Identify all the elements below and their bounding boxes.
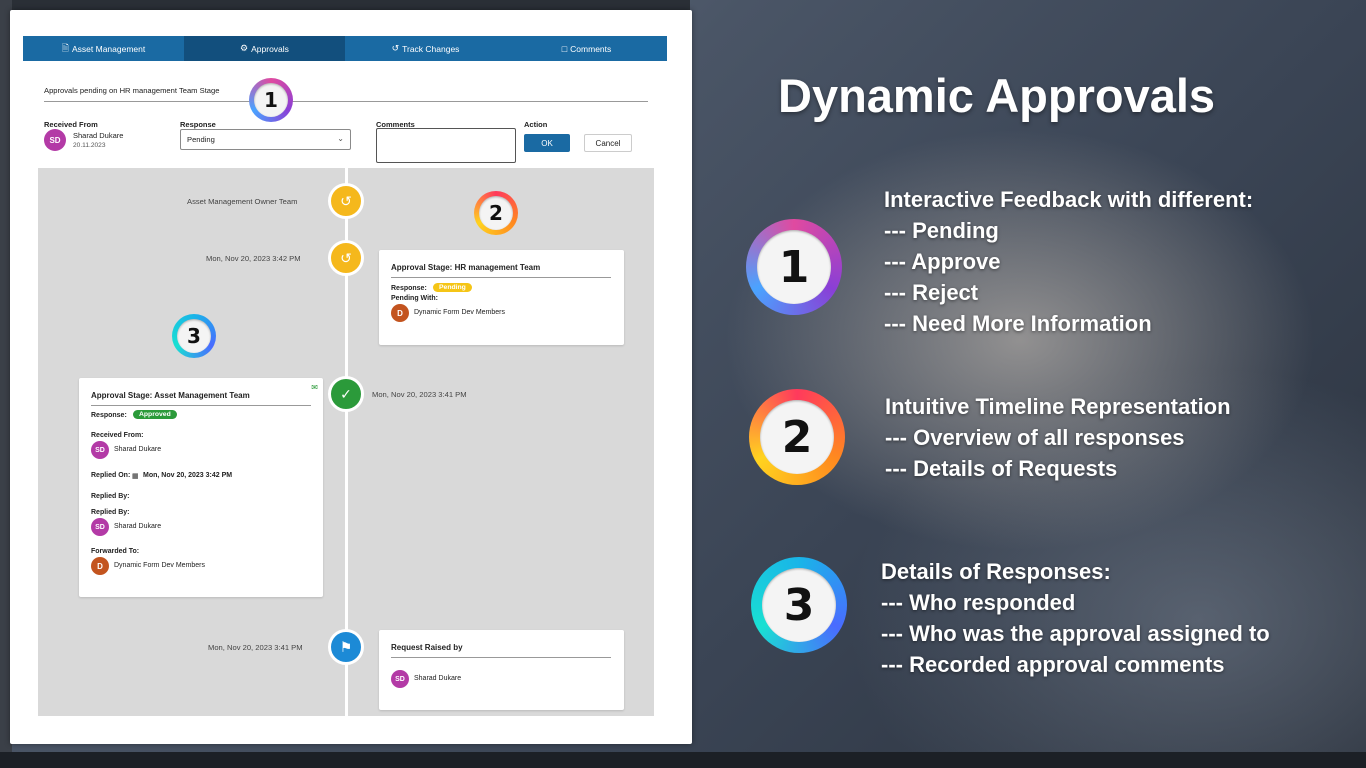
replied-by-label: Replied By:	[91, 493, 130, 500]
history-icon: ↺	[391, 43, 400, 53]
feature-marker-2: 2	[749, 389, 845, 485]
tab-approvals[interactable]: ⚙ Approvals	[184, 36, 345, 61]
feature-1-item: --- Approve	[884, 249, 1001, 274]
received-from-label: Received From:	[91, 432, 144, 439]
divider	[391, 277, 611, 278]
status-badge: Approved	[133, 410, 177, 419]
replied-by-label: Replied By:	[91, 509, 130, 516]
received-from-date: 20.11.2023	[73, 142, 106, 149]
pending-stage-title: Approvals pending on HR management Team …	[44, 86, 220, 95]
marker-1: 1	[249, 78, 293, 122]
action-label: Action	[524, 120, 548, 129]
pending-stage-card: Approval Stage: HR management Team Respo…	[379, 250, 624, 345]
timeline-approved-time: Mon, Nov 20, 2023 3:41 PM	[372, 390, 467, 399]
requester-name: Sharad Dukare	[414, 675, 462, 682]
status-badge: Pending	[433, 283, 472, 292]
marker-3: 3	[172, 314, 216, 358]
avatar: SD	[91, 518, 109, 536]
timeline-request-time: Mon, Nov 20, 2023 3:41 PM	[208, 643, 303, 652]
forwarded-to-label: Forwarded To:	[91, 548, 140, 555]
tab-track-changes[interactable]: ↺ Track Changes	[345, 36, 506, 61]
tab-asset-management[interactable]: 🗎 Asset Management	[23, 36, 184, 61]
history-icon: ↺	[328, 183, 364, 219]
comment-icon: □	[561, 43, 568, 54]
tab-label: Comments	[570, 43, 612, 54]
response-selected-value: Pending	[187, 135, 215, 144]
avatar: D	[91, 557, 109, 575]
feature-2-list: Intuitive Timeline Representation --- Ov…	[885, 391, 1231, 484]
replied-by-name: Sharad Dukare	[114, 523, 162, 530]
marker-number: 3	[762, 568, 836, 642]
document-icon: 🗎	[61, 42, 69, 53]
feature-1-item: --- Reject	[884, 280, 979, 305]
feature-2-heading: Intuitive Timeline Representation	[885, 394, 1231, 419]
feature-1-list: Interactive Feedback with different: ---…	[884, 184, 1253, 339]
calendar-icon: ▦	[132, 473, 139, 480]
background-strip-bottom	[0, 752, 1366, 768]
avatar: SD	[391, 670, 409, 688]
feature-1-item: --- Need More Information	[884, 311, 1152, 336]
divider	[91, 405, 311, 406]
checkmark-icon: ✓	[328, 376, 364, 412]
pending-with-label: Pending With:	[391, 295, 438, 302]
feature-3-item: --- Who responded	[881, 590, 1076, 615]
avatar: SD	[44, 129, 66, 151]
divider	[44, 101, 648, 102]
marker-number: 1	[254, 83, 288, 117]
card-title: Approval Stage: Asset Management Team	[91, 391, 250, 400]
feature-marker-3: 3	[751, 557, 847, 653]
approvals-icon: ⚙	[240, 43, 249, 53]
marker-number: 1	[757, 230, 831, 304]
member-name: Dynamic Form Dev Members	[414, 309, 506, 316]
approvals-app-panel: 🗎 Asset Management ⚙ Approvals ↺ Track C…	[10, 10, 692, 744]
received-from-name: Sharad Dukare	[114, 446, 162, 453]
replied-on-value: Mon, Nov 20, 2023 3:42 PM	[143, 472, 233, 479]
chat-icon[interactable]: ✉	[311, 383, 318, 392]
divider	[391, 657, 611, 658]
feature-3-item: --- Recorded approval comments	[881, 652, 1225, 677]
avatar: D	[391, 304, 409, 322]
cancel-button[interactable]: Cancel	[584, 134, 632, 152]
history-icon: ↺	[328, 240, 364, 276]
tab-bar: 🗎 Asset Management ⚙ Approvals ↺ Track C…	[23, 36, 667, 61]
tab-label: Asset Management	[72, 43, 146, 54]
card-title: Request Raised by	[391, 643, 463, 652]
response-label: Response:	[91, 412, 127, 419]
timeline-owner-team: Asset Management Owner Team	[187, 197, 298, 206]
response-label: Response	[180, 120, 216, 129]
hero-title: Dynamic Approvals	[778, 69, 1216, 122]
marker-number: 2	[479, 196, 513, 230]
feature-3-item: --- Who was the approval assigned to	[881, 621, 1270, 646]
tab-comments[interactable]: □ Comments	[506, 36, 667, 61]
approval-timeline: Asset Management Owner Team ↺ Mon, Nov 2…	[38, 168, 654, 716]
received-from-label: Received From	[44, 120, 98, 129]
response-dropdown[interactable]: Pending ⌄	[180, 129, 351, 150]
received-from-name: Sharad Dukare	[73, 131, 124, 140]
forwarded-to-name: Dynamic Form Dev Members	[114, 562, 206, 569]
timeline-pending-time: Mon, Nov 20, 2023 3:42 PM	[206, 254, 301, 263]
marker-number: 3	[177, 319, 211, 353]
marker-number: 2	[760, 400, 834, 474]
marker-2: 2	[474, 191, 518, 235]
tab-label: Track Changes	[402, 43, 460, 54]
feature-1-item: --- Pending	[884, 218, 999, 243]
request-raised-card: Request Raised by SD Sharad Dukare	[379, 630, 624, 710]
feature-2-item: --- Overview of all responses	[885, 425, 1185, 450]
comments-textarea[interactable]	[376, 128, 516, 163]
chevron-down-icon: ⌄	[337, 134, 344, 143]
response-label: Response:	[391, 285, 427, 292]
feature-marker-1: 1	[746, 219, 842, 315]
flag-icon: ⚑	[328, 629, 364, 665]
feature-3-heading: Details of Responses:	[881, 559, 1111, 584]
feature-1-heading: Interactive Feedback with different:	[884, 187, 1254, 212]
feature-3-list: Details of Responses: --- Who responded …	[881, 556, 1270, 680]
feature-2-item: --- Details of Requests	[885, 456, 1118, 481]
avatar: SD	[91, 441, 109, 459]
ok-button[interactable]: OK	[524, 134, 570, 152]
tab-label: Approvals	[251, 43, 289, 54]
card-title: Approval Stage: HR management Team	[391, 263, 541, 272]
approved-stage-card: ✉ Approval Stage: Asset Management Team …	[79, 378, 323, 597]
replied-on-label: Replied On:	[91, 472, 131, 479]
